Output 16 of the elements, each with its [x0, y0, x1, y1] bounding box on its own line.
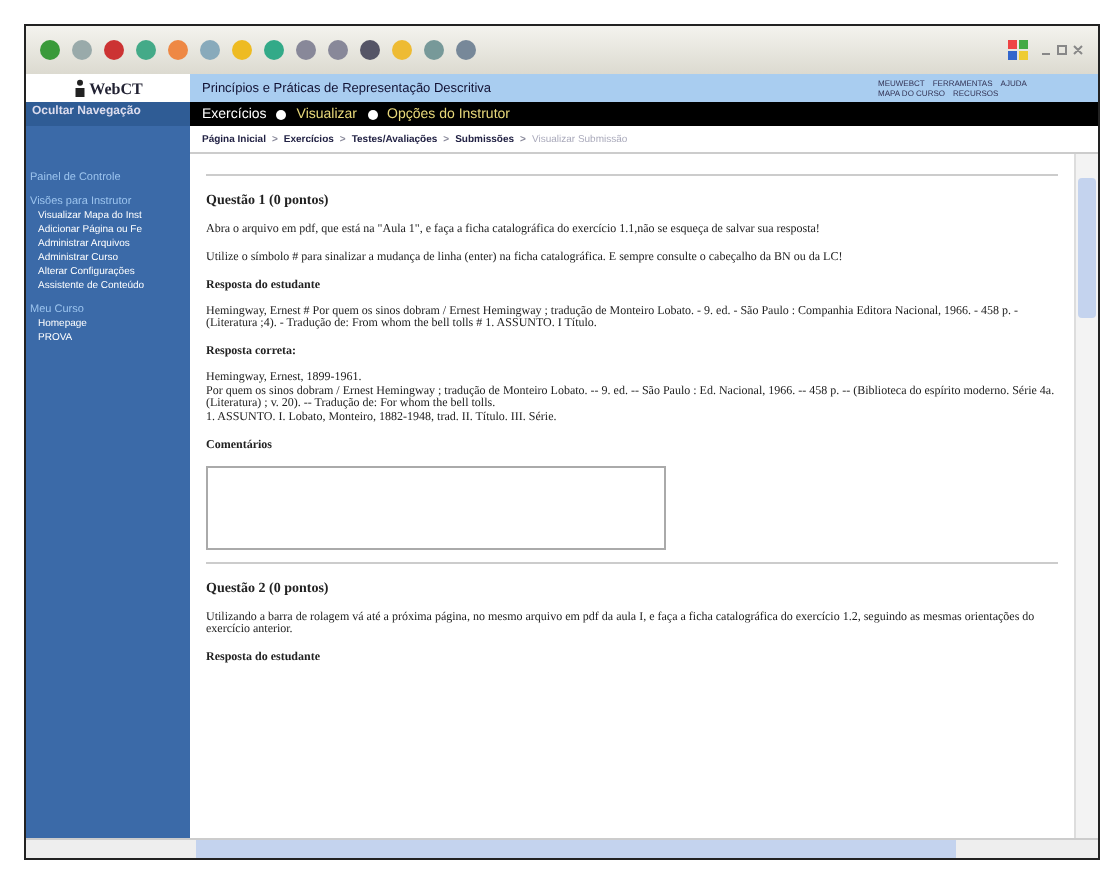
- person-icon: [73, 78, 86, 98]
- toolbar-icon[interactable]: [358, 38, 382, 62]
- toolbar-icon[interactable]: [326, 38, 350, 62]
- bullet-icon: [276, 109, 287, 119]
- window-controls-icon[interactable]: [1038, 42, 1086, 58]
- comment-field[interactable]: [206, 466, 666, 550]
- logo-text: WebCT: [89, 79, 143, 97]
- toolbar-icon[interactable]: [422, 38, 446, 62]
- scrollbar[interactable]: [1074, 154, 1098, 838]
- windows-logo-icon: [1006, 38, 1030, 62]
- toolbar-icon[interactable]: [294, 38, 318, 62]
- toolbar-icon[interactable]: [454, 38, 478, 62]
- toolbar-icon[interactable]: [38, 38, 62, 62]
- horizontal-scrollbar[interactable]: [26, 838, 1098, 858]
- toolbar-icon[interactable]: [102, 38, 126, 62]
- bullet-icon: [367, 109, 378, 119]
